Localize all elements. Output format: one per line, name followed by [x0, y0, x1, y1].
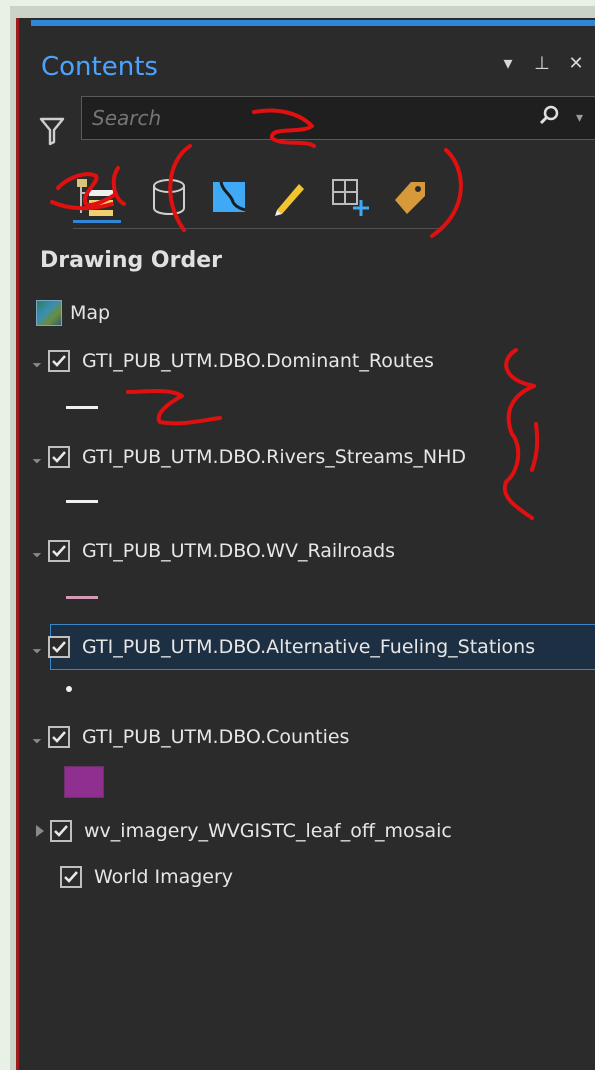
search-icon[interactable] [538, 105, 560, 131]
search-input[interactable] [82, 105, 538, 131]
map-label: Map [70, 302, 111, 324]
layer-item-dominant-routes[interactable]: GTI_PUB_UTM.DBO.Dominant_Routes [32, 344, 434, 378]
map-icon [36, 300, 62, 326]
list-by-drawing-order-icon[interactable] [75, 176, 117, 218]
layer-name: World Imagery [94, 866, 234, 888]
active-tab-indicator [73, 220, 121, 223]
line-symbol[interactable] [66, 500, 98, 503]
pane-controls: ▾ ⊥ ✕ [499, 48, 585, 78]
pane-title: Contents [41, 52, 158, 82]
line-symbol[interactable] [66, 596, 98, 599]
layer-visibility-checkbox[interactable] [48, 636, 70, 658]
layer-name: GTI_PUB_UTM.DBO.Counties [82, 726, 350, 748]
layer-visibility-checkbox[interactable] [48, 540, 70, 562]
expand-collapse-icon[interactable] [36, 825, 44, 837]
list-by-selection-icon[interactable] [209, 176, 251, 218]
layer-item-alternative-fueling-stations[interactable]: GTI_PUB_UTM.DBO.Alternative_Fueling_Stat… [32, 630, 536, 664]
search-options-chevron-icon[interactable]: ▾ [576, 110, 583, 126]
layer-name: GTI_PUB_UTM.DBO.Alternative_Fueling_Stat… [82, 636, 536, 658]
line-symbol[interactable] [66, 406, 98, 409]
list-by-editing-icon[interactable] [269, 176, 311, 218]
close-icon[interactable]: ✕ [567, 53, 585, 74]
layer-item-counties[interactable]: GTI_PUB_UTM.DBO.Counties [32, 720, 350, 754]
filter-icon[interactable] [39, 116, 65, 146]
drawing-order-heading: Drawing Order [40, 248, 222, 273]
list-by-labeling-icon[interactable] [389, 176, 431, 218]
map-item[interactable]: Map [36, 296, 110, 330]
layer-item-wv-railroads[interactable]: GTI_PUB_UTM.DBO.WV_Railroads [32, 534, 396, 568]
search-box[interactable]: ▾ [81, 96, 595, 140]
pane-accent-bar [31, 20, 595, 26]
point-symbol[interactable] [66, 686, 72, 692]
layer-name: GTI_PUB_UTM.DBO.Rivers_Streams_NHD [82, 446, 467, 468]
list-by-snapping-icon[interactable] [329, 176, 371, 218]
list-by-data-source-icon[interactable] [149, 176, 191, 218]
layer-name: GTI_PUB_UTM.DBO.WV_Railroads [82, 540, 396, 562]
pin-icon[interactable]: ⊥ [533, 53, 551, 74]
layer-item-rivers-streams[interactable]: GTI_PUB_UTM.DBO.Rivers_Streams_NHD [32, 440, 467, 474]
layer-visibility-checkbox[interactable] [60, 866, 82, 888]
contents-toolbar [73, 168, 453, 228]
layer-visibility-checkbox[interactable] [48, 350, 70, 372]
layer-visibility-checkbox[interactable] [50, 820, 72, 842]
layer-visibility-checkbox[interactable] [48, 726, 70, 748]
polygon-symbol[interactable] [64, 766, 104, 798]
toolbar-divider [73, 228, 439, 229]
layer-name: GTI_PUB_UTM.DBO.Dominant_Routes [82, 350, 434, 372]
pane-menu-chevron-icon[interactable]: ▾ [499, 53, 517, 74]
layer-item-world-imagery[interactable]: World Imagery [60, 860, 233, 894]
layer-name: wv_imagery_WVGISTC_leaf_off_mosaic [84, 820, 452, 842]
layer-item-wv-imagery[interactable]: wv_imagery_WVGISTC_leaf_off_mosaic [36, 814, 452, 848]
layer-visibility-checkbox[interactable] [48, 446, 70, 468]
